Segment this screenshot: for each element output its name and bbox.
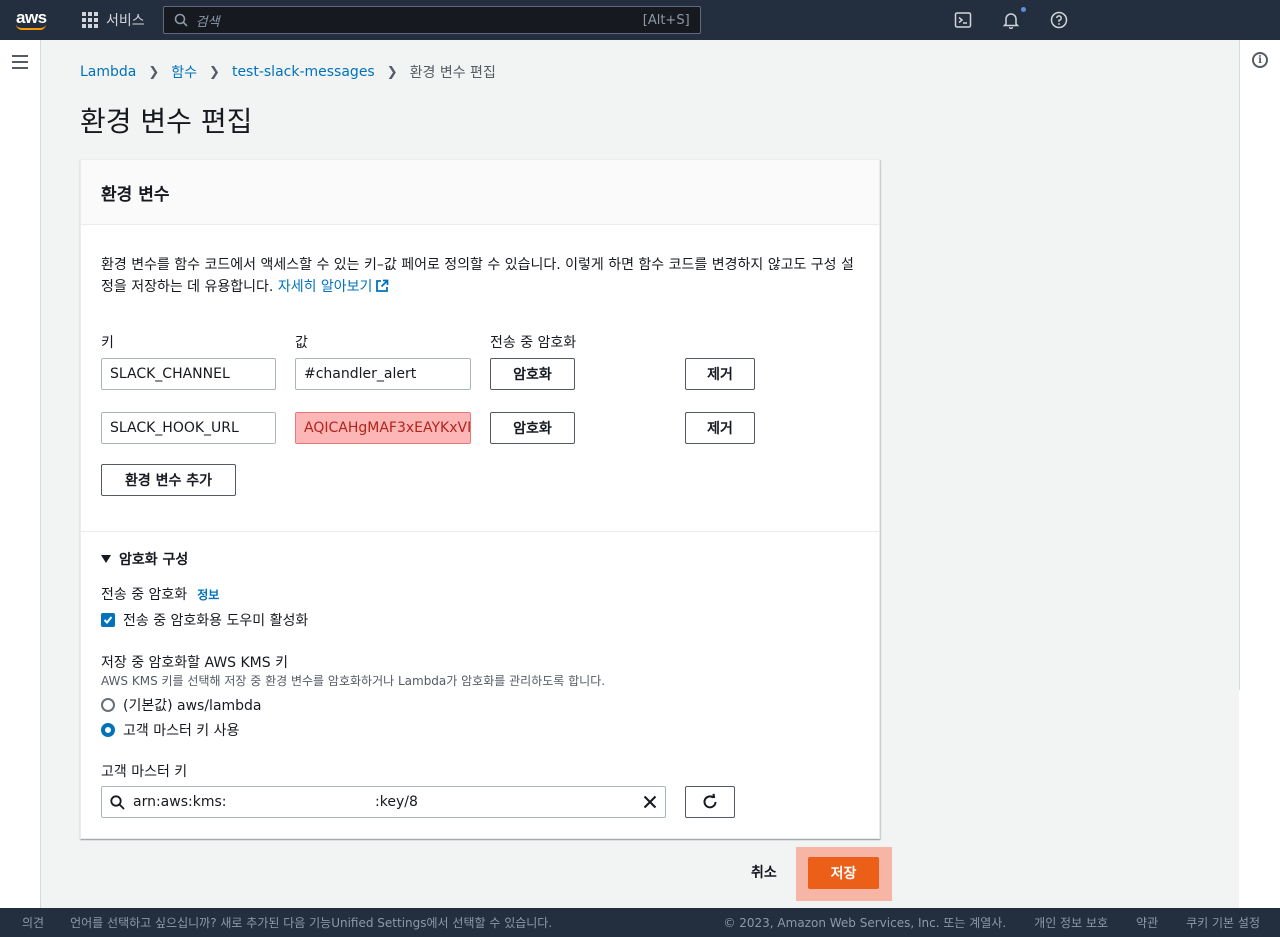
cmk-label: 고객 마스터 키 bbox=[101, 764, 188, 780]
cmk-radio-row[interactable]: 고객 마스터 키 사용 bbox=[101, 720, 239, 740]
learn-more-link[interactable]: 자세히 알아보기 bbox=[278, 279, 390, 295]
cmk-value-prefix: arn:aws:kms: bbox=[133, 794, 227, 810]
panel-title: 환경 변수 bbox=[81, 160, 879, 225]
grid-icon bbox=[82, 12, 98, 28]
checkbox-checked-icon[interactable] bbox=[101, 613, 115, 627]
add-env-var-button[interactable]: 환경 변수 추가 bbox=[101, 464, 236, 496]
env-key-input[interactable]: SLACK_CHANNEL bbox=[101, 358, 276, 390]
refresh-button[interactable] bbox=[685, 786, 735, 818]
page-title: 환경 변수 편집 bbox=[80, 105, 253, 138]
info-link[interactable]: 정보 bbox=[197, 588, 219, 602]
encrypt-column-label: 전송 중 암호화 bbox=[490, 335, 577, 351]
help-icon[interactable] bbox=[1048, 9, 1070, 31]
left-rail bbox=[0, 40, 41, 908]
key-column-label: 키 bbox=[101, 335, 114, 351]
clear-icon[interactable] bbox=[643, 795, 657, 809]
right-rail: i bbox=[1239, 40, 1280, 690]
aws-logo-text: aws bbox=[16, 7, 47, 27]
services-label: 서비스 bbox=[106, 13, 145, 29]
env-key-input[interactable]: SLACK_HOOK_URL bbox=[101, 412, 276, 444]
feedback-link[interactable]: 의견 bbox=[22, 914, 44, 931]
helper-checkbox-label: 전송 중 암호화용 도우미 활성화 bbox=[123, 613, 309, 629]
radio-selected-icon[interactable] bbox=[101, 723, 115, 737]
encrypt-button[interactable]: 암호화 bbox=[490, 412, 575, 444]
env-value-input-error[interactable]: AQICAHgMAF3xEAYKxVM bbox=[295, 412, 471, 444]
default-key-label: (기본값) aws/lambda bbox=[123, 698, 262, 714]
chevron-right-icon: ❯ bbox=[148, 64, 160, 80]
breadcrumb-current: 환경 변수 편집 bbox=[409, 65, 496, 81]
caret-down-icon bbox=[101, 555, 111, 563]
terms-link[interactable]: 약관 bbox=[1136, 914, 1158, 931]
bell-icon[interactable] bbox=[1000, 7, 1026, 31]
rest-encryption-help: AWS KMS 키를 선택해 저장 중 환경 변수를 암호화하거나 Lambda… bbox=[101, 674, 606, 688]
external-link-icon bbox=[376, 279, 389, 292]
footer: 의견 언어를 선택하고 싶으십니까? 새로 추가된 다음 기능Unified S… bbox=[0, 908, 1280, 937]
section-divider bbox=[81, 531, 879, 532]
learn-more-label: 자세히 알아보기 bbox=[277, 279, 373, 295]
default-key-radio-row[interactable]: (기본값) aws/lambda bbox=[101, 695, 262, 715]
helper-checkbox-row[interactable]: 전송 중 암호화용 도우미 활성화 bbox=[101, 610, 308, 630]
notification-dot-icon bbox=[1021, 7, 1026, 12]
copyright: © 2023, Amazon Web Services, Inc. 또는 계열사… bbox=[723, 916, 1007, 930]
aws-logo[interactable]: aws bbox=[16, 7, 52, 30]
env-vars-panel: 환경 변수 환경 변수를 함수 코드에서 액세스할 수 있는 키–값 페어로 정… bbox=[80, 159, 880, 839]
encryption-config-label: 암호화 구성 bbox=[119, 552, 189, 568]
search-icon bbox=[174, 13, 188, 27]
breadcrumb-function-name[interactable]: test-slack-messages bbox=[232, 64, 375, 80]
breadcrumb-lambda[interactable]: Lambda bbox=[80, 64, 136, 80]
privacy-link[interactable]: 개인 정보 보호 bbox=[1034, 914, 1108, 931]
env-value-input[interactable]: #chandler_alert bbox=[295, 358, 471, 390]
cmk-search-input[interactable]: arn:aws:kms: :key/8 bbox=[101, 786, 666, 818]
breadcrumb-functions[interactable]: 함수 bbox=[171, 62, 197, 82]
chevron-right-icon: ❯ bbox=[209, 64, 220, 80]
description-text: 환경 변수를 함수 코드에서 액세스할 수 있는 키–값 페어로 정의할 수 있… bbox=[101, 257, 854, 295]
cmk-option-label: 고객 마스터 키 사용 bbox=[123, 723, 240, 739]
services-menu-button[interactable]: 서비스 bbox=[82, 10, 145, 30]
cloudshell-icon[interactable] bbox=[952, 9, 974, 31]
panel-description: 환경 변수를 함수 코드에서 액세스할 수 있는 키–값 페어로 정의할 수 있… bbox=[101, 254, 861, 298]
radio-unselected-icon[interactable] bbox=[101, 698, 115, 712]
main-content: Lambda ❯ 함수 ❯ test-slack-messages ❯ 환경 변… bbox=[41, 40, 1239, 908]
encrypt-button[interactable]: 암호화 bbox=[490, 358, 575, 390]
save-button[interactable]: 저장 bbox=[808, 857, 879, 889]
transit-encryption-label: 전송 중 암호화 정보 bbox=[101, 584, 219, 604]
transit-encryption-text: 전송 중 암호화 bbox=[101, 587, 188, 603]
refresh-icon bbox=[703, 793, 717, 809]
value-column-label: 값 bbox=[295, 335, 308, 351]
encryption-config-expander[interactable]: 암호화 구성 bbox=[101, 549, 188, 569]
search-icon bbox=[110, 794, 125, 810]
cookies-link[interactable]: 쿠키 기본 설정 bbox=[1186, 914, 1260, 931]
rest-encryption-label: 저장 중 암호화할 AWS KMS 키 bbox=[101, 655, 288, 671]
chevron-right-icon: ❯ bbox=[386, 64, 398, 80]
top-navigation: aws 서비스 검색 [Alt+S] bbox=[0, 0, 1280, 40]
remove-button[interactable]: 제거 bbox=[685, 412, 755, 444]
remove-button[interactable]: 제거 bbox=[685, 358, 755, 390]
menu-icon[interactable] bbox=[12, 55, 28, 69]
cancel-button[interactable]: 취소 bbox=[751, 862, 777, 882]
cmk-value-suffix: :key/8 bbox=[375, 794, 418, 810]
breadcrumb: Lambda ❯ 함수 ❯ test-slack-messages ❯ 환경 변… bbox=[80, 62, 496, 82]
language-notice: 언어를 선택하고 싶으십니까? 새로 추가된 다음 기능Unified Sett… bbox=[70, 916, 553, 930]
search-placeholder: 검색 bbox=[195, 14, 220, 30]
search-shortcut: [Alt+S] bbox=[642, 12, 690, 28]
info-panel-icon[interactable]: i bbox=[1252, 52, 1268, 68]
global-search-input[interactable]: 검색 [Alt+S] bbox=[162, 6, 701, 34]
